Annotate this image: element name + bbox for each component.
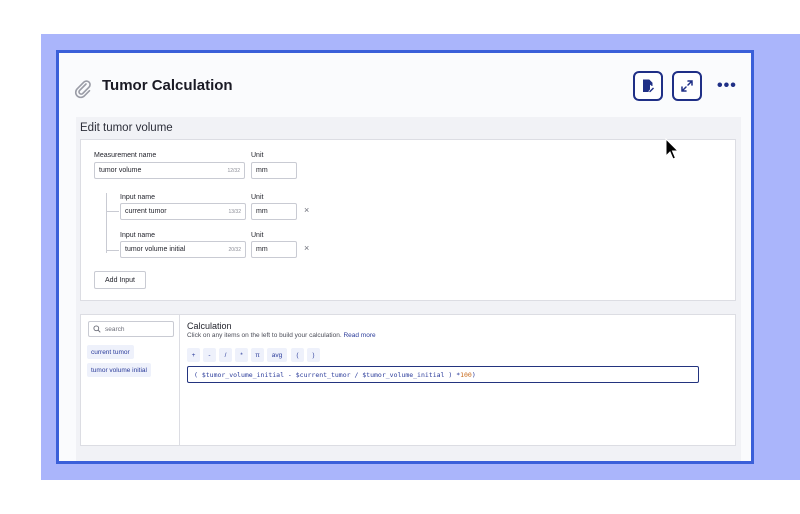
expand-button[interactable] — [672, 71, 702, 101]
measurement-name-value: tumor volume — [99, 167, 142, 174]
formula-number: 100 — [460, 370, 472, 379]
measurement-unit-value: mm — [256, 167, 268, 174]
input-unit-label: Unit — [251, 232, 264, 239]
edit-document-icon — [643, 79, 655, 93]
input-name-field[interactable]: current tumor 13/32 — [120, 203, 246, 220]
char-count: 20/32 — [228, 246, 241, 253]
calculation-title: Calculation — [187, 321, 232, 331]
add-input-button[interactable]: Add Input — [94, 271, 146, 289]
operator-divide-button[interactable]: / — [219, 348, 232, 362]
variable-chip[interactable]: tumor volume initial — [87, 363, 151, 377]
formula-input[interactable]: ( $tumor_volume_initial - $current_tumor… — [187, 366, 699, 383]
measurement-unit-input[interactable]: mm — [251, 162, 297, 179]
variable-list: search current tumor tumor volume initia… — [81, 315, 180, 445]
formula-close: ) — [471, 370, 476, 379]
edit-measurement-section: Edit tumor volume Measurement name tumor… — [76, 117, 741, 461]
char-count: 13/32 — [228, 208, 241, 215]
close-icon[interactable]: × — [304, 205, 309, 215]
tree-connector — [106, 250, 119, 251]
input-name-value: current tumor — [125, 208, 167, 215]
page-title: Tumor Calculation — [102, 77, 233, 94]
mouse-cursor-icon — [665, 138, 679, 160]
operator-open-paren-button[interactable]: ( — [291, 348, 304, 362]
measurement-name-input[interactable]: tumor volume 12/32 — [94, 162, 245, 179]
operator-avg-button[interactable]: avg — [267, 348, 287, 362]
operator-close-paren-button[interactable]: ) — [307, 348, 320, 362]
section-title: Edit tumor volume — [80, 122, 173, 134]
formula-expression: ( $tumor_volume_initial - $current_tumor… — [194, 370, 461, 379]
close-icon[interactable]: × — [304, 243, 309, 253]
input-name-field[interactable]: tumor volume initial 20/32 — [120, 241, 246, 258]
input-unit-field[interactable]: mm — [251, 203, 297, 220]
operator-minus-button[interactable]: - — [203, 348, 216, 362]
input-name-value: tumor volume initial — [125, 246, 186, 253]
calculation-subtitle: Click on any items on the left to build … — [187, 332, 376, 339]
input-unit-value: mm — [256, 208, 268, 215]
tree-connector — [106, 211, 119, 212]
operator-multiply-button[interactable]: * — [235, 348, 248, 362]
search-icon — [93, 325, 101, 333]
input-unit-value: mm — [256, 246, 268, 253]
more-icon[interactable]: ••• — [717, 77, 737, 95]
search-input[interactable]: search — [88, 321, 174, 337]
measurement-name-label: Measurement name — [94, 152, 157, 159]
search-placeholder: search — [105, 325, 125, 333]
read-more-link[interactable]: Read more — [343, 332, 375, 339]
inputs-panel: Measurement name tumor volume 12/32 Unit… — [80, 139, 736, 301]
input-unit-field[interactable]: mm — [251, 241, 297, 258]
paperclip-icon — [74, 80, 91, 99]
variable-chip[interactable]: current tumor — [87, 345, 134, 359]
expand-icon — [681, 80, 693, 92]
operator-plus-button[interactable]: + — [187, 348, 200, 362]
input-name-label: Input name — [120, 194, 156, 201]
char-count: 12/32 — [227, 167, 240, 174]
input-name-label: Input name — [120, 232, 156, 239]
operator-pi-button[interactable]: π — [251, 348, 264, 362]
tree-connector — [106, 193, 107, 253]
input-unit-label: Unit — [251, 194, 264, 201]
calculation-panel: search current tumor tumor volume initia… — [80, 314, 736, 446]
calculation-card: Tumor Calculation ••• Edit tumor volume … — [56, 50, 754, 464]
measurement-unit-label: Unit — [251, 152, 264, 159]
edit-document-button[interactable] — [633, 71, 663, 101]
